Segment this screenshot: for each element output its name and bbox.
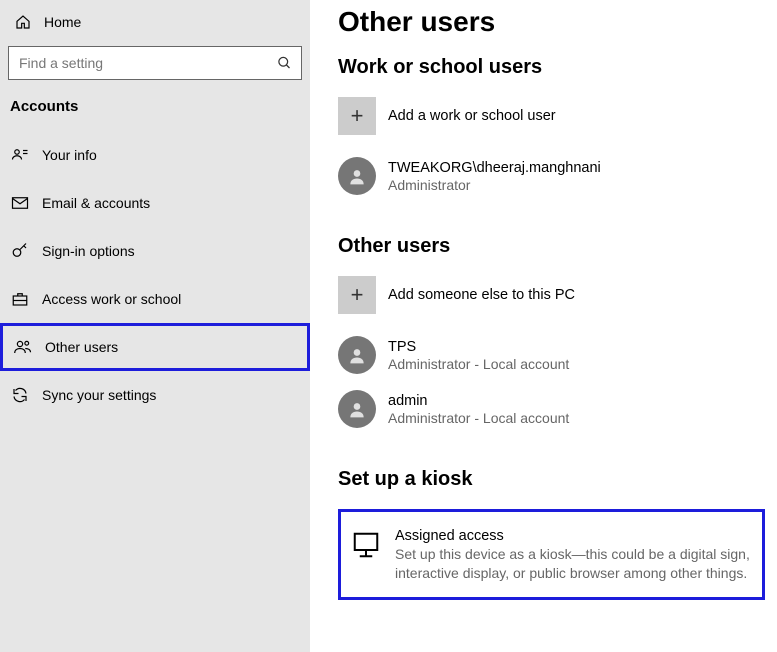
search-input[interactable] — [8, 46, 302, 80]
kiosk-heading: Set up a kiosk — [338, 468, 765, 491]
sidebar-item-label: Email & accounts — [42, 195, 150, 211]
mail-icon — [10, 194, 30, 212]
work-school-heading: Work or school users — [338, 56, 765, 79]
home-label: Home — [44, 14, 81, 30]
plus-icon: + — [338, 276, 376, 314]
user-text: admin Administrator - Local account — [388, 393, 569, 426]
sidebar-item-label: Sign-in options — [42, 243, 135, 259]
sidebar-item-label: Access work or school — [42, 291, 181, 307]
sidebar-item-label: Sync your settings — [42, 387, 156, 403]
page-title: Other users — [338, 6, 765, 38]
sidebar-item-other-users[interactable]: Other users — [0, 323, 310, 371]
sidebar-item-label: Your info — [42, 147, 97, 163]
search-icon — [277, 56, 292, 71]
user-name: TPS — [388, 339, 569, 355]
avatar — [338, 157, 376, 195]
user-name: admin — [388, 393, 569, 409]
plus-icon: + — [338, 97, 376, 135]
sidebar: Home Accounts Your info Email & accounts… — [0, 0, 310, 652]
sidebar-item-your-info[interactable]: Your info — [0, 131, 310, 179]
key-icon — [10, 242, 30, 260]
add-other-user[interactable]: + Add someone else to this PC — [338, 276, 765, 314]
section-header: Accounts — [0, 92, 310, 131]
sync-icon — [10, 386, 30, 404]
person-card-icon — [10, 146, 30, 164]
other-users-heading: Other users — [338, 235, 765, 258]
sidebar-item-sync-settings[interactable]: Sync your settings — [0, 371, 310, 419]
add-other-user-label: Add someone else to this PC — [388, 287, 575, 303]
add-work-school-user[interactable]: + Add a work or school user — [338, 97, 765, 135]
home-icon — [14, 14, 32, 30]
user-role: Administrator - Local account — [388, 356, 569, 372]
sidebar-item-signin-options[interactable]: Sign-in options — [0, 227, 310, 275]
people-icon — [13, 338, 33, 356]
kiosk-title: Assigned access — [395, 528, 752, 544]
user-text: TWEAKORG\dheeraj.manghnani Administrator — [388, 160, 601, 193]
avatar — [338, 336, 376, 374]
user-name: TWEAKORG\dheeraj.manghnani — [388, 160, 601, 176]
home-link[interactable]: Home — [0, 8, 310, 40]
other-user-row[interactable]: admin Administrator - Local account — [338, 390, 765, 428]
kiosk-text: Assigned access Set up this device as a … — [395, 528, 752, 583]
assigned-access-button[interactable]: Assigned access Set up this device as a … — [338, 509, 765, 600]
other-user-row[interactable]: TPS Administrator - Local account — [338, 336, 765, 374]
add-work-school-label: Add a work or school user — [388, 108, 556, 124]
sidebar-item-email-accounts[interactable]: Email & accounts — [0, 179, 310, 227]
user-text: TPS Administrator - Local account — [388, 339, 569, 372]
user-role: Administrator — [388, 177, 601, 193]
avatar — [338, 390, 376, 428]
sidebar-item-access-work-school[interactable]: Access work or school — [0, 275, 310, 323]
briefcase-icon — [10, 290, 30, 308]
kiosk-desc: Set up this device as a kiosk—this could… — [395, 545, 752, 583]
work-school-user-row[interactable]: TWEAKORG\dheeraj.manghnani Administrator — [338, 157, 765, 195]
search-wrap — [8, 46, 302, 80]
user-role: Administrator - Local account — [388, 410, 569, 426]
sidebar-item-label: Other users — [45, 339, 118, 355]
main-content: Other users Work or school users + Add a… — [310, 0, 777, 652]
kiosk-icon — [351, 530, 381, 583]
